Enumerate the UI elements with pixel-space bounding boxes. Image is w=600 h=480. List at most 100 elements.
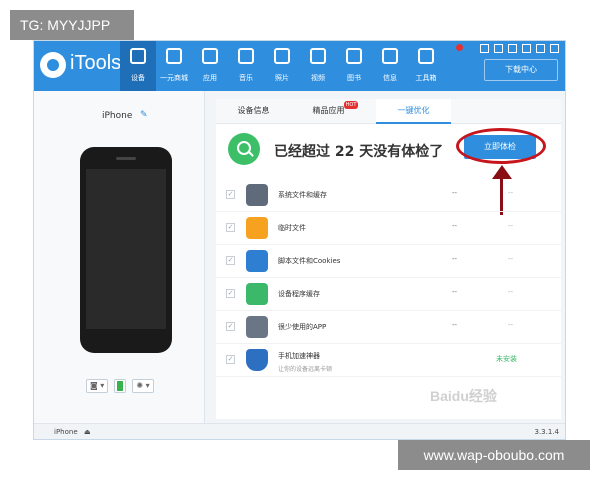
nav-item-music[interactable]: 音乐	[228, 41, 264, 91]
search-icon	[228, 133, 260, 165]
battery-icon	[114, 379, 127, 393]
status-device-name: iPhone	[54, 428, 78, 436]
photo-icon	[274, 48, 290, 64]
main-nav: 设备 一元商城 应用 音乐 照片 视频 图书 信息 工具箱	[120, 41, 444, 91]
itools-window: iTools 设备 一元商城 应用 音乐 照片 视频 图书 信息 工具箱 下载中…	[33, 40, 566, 440]
item-label: 很少使用的APP	[278, 323, 327, 331]
item-count: --	[508, 321, 514, 329]
message-icon[interactable]	[494, 44, 503, 53]
phone-speaker	[116, 157, 136, 160]
item-count: --	[508, 288, 514, 296]
unused-apps-icon	[246, 316, 268, 338]
app-name: iTools	[70, 52, 122, 74]
item-size: --	[452, 255, 458, 263]
system-cache-icon	[246, 184, 268, 206]
nav-item-toolbox[interactable]: 工具箱	[408, 41, 444, 91]
device-name: iPhone	[102, 111, 133, 121]
watermark-top: TG: MYYJJPP	[10, 10, 134, 40]
nav-label: 视频	[311, 74, 325, 82]
close-icon[interactable]	[550, 44, 559, 53]
download-center-button[interactable]: 下载中心	[484, 59, 558, 81]
item-checkbox[interactable]: ✓	[226, 322, 235, 331]
apps-icon	[202, 48, 218, 64]
item-checkbox[interactable]: ✓	[226, 190, 235, 199]
item-size: --	[452, 288, 458, 296]
nav-label: 照片	[275, 74, 289, 82]
nav-item-photos[interactable]: 照片	[264, 41, 300, 91]
temp-files-icon	[246, 217, 268, 239]
maximize-icon[interactable]	[536, 44, 545, 53]
phone-image	[80, 147, 172, 353]
cleanup-list: ✓ 系统文件和缓存 -- -- ✓ 临时文件 -- -- ✓ 脚本文件和Cook…	[216, 179, 561, 377]
start-checkup-button[interactable]: 立即体检	[464, 135, 536, 159]
edit-icon[interactable]: ✎	[140, 111, 148, 120]
item-label: 脚本文件和Cookies	[278, 257, 341, 265]
nav-label: 一元商城	[160, 74, 188, 82]
nav-item-apps[interactable]: 应用	[192, 41, 228, 91]
tab-bar: 设备信息 精品应用 HOT 一键优化	[216, 99, 561, 124]
window-controls	[480, 44, 559, 53]
item-size: --	[452, 189, 458, 197]
install-status[interactable]: 未安装	[496, 354, 517, 364]
item-count: --	[508, 255, 514, 263]
item-label: 手机加速神器	[278, 352, 320, 360]
nav-label: 工具箱	[415, 74, 437, 82]
tab-device-info[interactable]: 设备信息	[216, 99, 291, 123]
toolbox-icon	[418, 48, 434, 64]
tab-one-click-optimize[interactable]: 一键优化	[376, 99, 451, 124]
shield-icon	[246, 349, 268, 371]
list-item: ✓ 系统文件和缓存 -- --	[216, 179, 561, 212]
top-toolbar: iTools 设备 一元商城 应用 音乐 照片 视频 图书 信息 工具箱 下载中…	[34, 41, 565, 91]
item-checkbox[interactable]: ✓	[226, 223, 235, 232]
app-cache-icon	[246, 283, 268, 305]
optimize-panel: 设备信息 精品应用 HOT 一键优化 已经超过 22 天没有体检了 立即体检 ✓…	[216, 99, 561, 419]
hot-badge: HOT	[344, 101, 358, 109]
list-item: ✓ 脚本文件和Cookies -- --	[216, 245, 561, 278]
device-tools: ◙ ▾ ✺ ▾	[86, 379, 166, 395]
screenshot-button[interactable]: ◙ ▾	[86, 379, 109, 393]
nav-item-device[interactable]: 设备	[120, 41, 156, 91]
nav-label: 音乐	[239, 74, 253, 82]
book-icon	[346, 48, 362, 64]
watermark-bottom: www.wap-oboubo.com	[398, 440, 590, 470]
nav-item-store[interactable]: 一元商城	[156, 41, 192, 91]
phone-screen	[86, 169, 166, 329]
cart-icon	[166, 48, 182, 64]
item-label: 系统文件和缓存	[278, 191, 327, 199]
music-icon	[238, 48, 254, 64]
nav-item-info[interactable]: 信息	[372, 41, 408, 91]
skin-icon[interactable]	[480, 44, 489, 53]
menu-icon[interactable]	[508, 44, 517, 53]
item-label: 临时文件	[278, 224, 306, 232]
nav-label: 图书	[347, 74, 361, 82]
version-label: 3.3.1.4	[534, 428, 560, 436]
item-checkbox[interactable]: ✓	[226, 256, 235, 265]
item-checkbox[interactable]: ✓	[226, 289, 235, 298]
nav-label: 应用	[203, 74, 217, 82]
contacts-icon	[382, 48, 398, 64]
list-item: ✓ 很少使用的APP -- --	[216, 311, 561, 344]
minimize-icon[interactable]	[522, 44, 531, 53]
notification-dot	[456, 44, 463, 51]
settings-button[interactable]: ✺ ▾	[132, 379, 154, 393]
item-count: --	[508, 189, 514, 197]
script-files-icon	[246, 250, 268, 272]
baidu-watermark: Baidu经验	[430, 388, 497, 404]
nav-label: 设备	[131, 74, 145, 82]
item-size: --	[452, 222, 458, 230]
nav-label: 信息	[383, 74, 397, 82]
item-sublabel: 让你的设备远离卡顿	[278, 366, 333, 373]
logo-icon	[40, 52, 66, 78]
device-sidebar: iPhone ✎ ◙ ▾ ✺ ▾	[34, 91, 205, 423]
list-item: ✓ 手机加速神器 让你的设备远离卡顿 未安装	[216, 344, 561, 377]
video-icon	[310, 48, 326, 64]
nav-item-video[interactable]: 视频	[300, 41, 336, 91]
eject-icon[interactable]: ⏏	[84, 424, 91, 439]
nav-item-books[interactable]: 图书	[336, 41, 372, 91]
device-icon	[130, 48, 146, 64]
item-size: --	[452, 321, 458, 329]
list-item: ✓ 设备程序缓存 -- --	[216, 278, 561, 311]
item-checkbox[interactable]: ✓	[226, 355, 235, 364]
status-bar: iPhone ⏏ 3.3.1.4	[34, 423, 565, 439]
item-count: --	[508, 222, 514, 230]
